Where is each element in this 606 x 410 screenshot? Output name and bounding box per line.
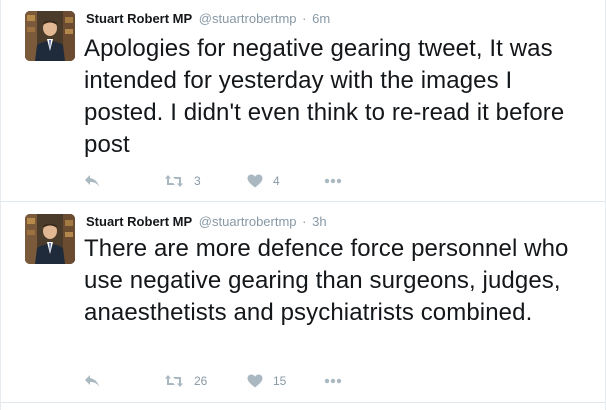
like-button[interactable]: 15 bbox=[247, 371, 286, 391]
reply-button[interactable] bbox=[84, 171, 100, 191]
author-fullname[interactable]: Stuart Robert MP bbox=[86, 214, 192, 229]
retweet-button[interactable]: 3 bbox=[164, 171, 201, 191]
time-separator: · bbox=[302, 11, 307, 26]
tweet-timestamp[interactable]: 6m bbox=[312, 11, 330, 26]
tweet-header: Stuart Robert MP @stuartrobertmp · 3h bbox=[86, 213, 327, 231]
heart-icon bbox=[247, 374, 263, 388]
author-username[interactable]: @stuartrobertmp bbox=[199, 214, 297, 229]
tweet[interactable]: Stuart Robert MP @stuartrobertmp · 6m Ap… bbox=[1, 0, 605, 202]
tweet-text: There are more defence force personnel w… bbox=[84, 235, 569, 326]
avatar[interactable] bbox=[25, 214, 75, 264]
more-icon bbox=[324, 378, 342, 384]
tweet-actions: 3 4 bbox=[84, 171, 384, 191]
tweet-header: Stuart Robert MP @stuartrobertmp · 6m bbox=[86, 10, 330, 28]
tweet-timeline: Stuart Robert MP @stuartrobertmp · 6m Ap… bbox=[0, 0, 606, 410]
retweet-icon bbox=[164, 174, 184, 188]
avatar[interactable] bbox=[25, 11, 75, 61]
retweet-count: 3 bbox=[194, 174, 201, 188]
author-fullname[interactable]: Stuart Robert MP bbox=[86, 11, 192, 26]
reply-button[interactable] bbox=[84, 371, 100, 391]
like-button[interactable]: 4 bbox=[247, 171, 280, 191]
retweet-count: 26 bbox=[194, 374, 208, 388]
tweet-actions: 26 15 bbox=[84, 371, 384, 391]
time-separator: · bbox=[302, 214, 307, 229]
more-button[interactable] bbox=[324, 171, 342, 191]
heart-icon bbox=[247, 174, 263, 188]
tweet-text: Apologies for negative gearing tweet, It… bbox=[84, 35, 565, 158]
tweet-timestamp[interactable]: 3h bbox=[312, 214, 326, 229]
reply-icon bbox=[84, 374, 100, 388]
retweet-icon bbox=[164, 374, 184, 388]
tweet[interactable]: Stuart Robert MP @stuartrobertmp · 3h Th… bbox=[1, 203, 605, 403]
like-count: 15 bbox=[273, 374, 287, 388]
more-icon bbox=[324, 178, 342, 184]
author-username[interactable]: @stuartrobertmp bbox=[199, 11, 297, 26]
like-count: 4 bbox=[273, 174, 280, 188]
reply-icon bbox=[84, 174, 100, 188]
more-button[interactable] bbox=[324, 371, 342, 391]
retweet-button[interactable]: 26 bbox=[164, 371, 207, 391]
